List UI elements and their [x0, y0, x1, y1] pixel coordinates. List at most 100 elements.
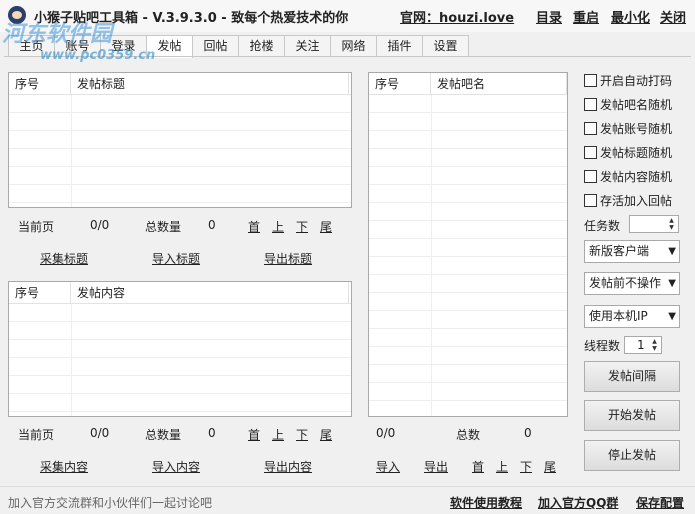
grid-divider [71, 95, 72, 207]
tutorial-link[interactable]: 软件使用教程 [450, 494, 522, 511]
content-grid[interactable]: 序号 发帖内容 [8, 281, 352, 417]
bar-grid-col-index[interactable]: 序号 [369, 73, 431, 94]
collect-titles-button[interactable]: 采集标题 [40, 250, 88, 267]
content-grid-col-content[interactable]: 发帖内容 [71, 282, 349, 303]
tab-plugins[interactable]: 插件 [376, 35, 423, 57]
title-grid-header: 序号 发帖标题 [9, 73, 351, 95]
content-grid-body[interactable] [9, 304, 351, 416]
spin-arrows-icon[interactable]: ▲ ▼ [666, 217, 677, 231]
checkbox-box[interactable] [584, 122, 597, 135]
alive-add-reply-checkbox[interactable]: 存活加入回帖 [584, 192, 672, 209]
title-current-page-label: 当前页 [18, 220, 55, 234]
join-qq-group-link[interactable]: 加入官方QQ群 [538, 494, 618, 511]
title-grid-col-index[interactable]: 序号 [9, 73, 71, 94]
task-count-label: 任务数 [584, 219, 621, 233]
before-post-select-value: 发帖前不操作 [589, 276, 662, 290]
task-count-stepper[interactable]: ▲ ▼ [629, 215, 679, 233]
status-message: 加入官方交流群和小伙伴们一起讨论吧 [8, 496, 213, 510]
bar-first-page-button[interactable]: 首 [472, 458, 484, 475]
bar-last-page-button[interactable]: 尾 [544, 458, 556, 475]
bar-grid[interactable]: 序号 发帖吧名 [368, 72, 568, 417]
bar-grid-header: 序号 发帖吧名 [369, 73, 567, 95]
checkbox-box[interactable] [584, 170, 597, 183]
tab-settings[interactable]: 设置 [422, 35, 469, 57]
status-divider [0, 486, 695, 487]
export-bars-button[interactable]: 导出 [424, 458, 448, 475]
directory-button[interactable]: 目录 [536, 7, 562, 26]
checkbox-label: 发帖内容随机 [600, 170, 673, 184]
random-account-checkbox[interactable]: 发帖账号随机 [584, 120, 672, 137]
client-select[interactable]: 新版客户端 ▼ [584, 240, 680, 263]
bar-next-page-button[interactable]: 下 [520, 458, 532, 475]
tab-reply[interactable]: 回帖 [192, 35, 239, 57]
tab-grab-floor[interactable]: 抢楼 [238, 35, 285, 57]
content-prev-page-button[interactable]: 上 [272, 426, 284, 443]
content-current-page-value: 0/0 [90, 426, 110, 440]
ip-select[interactable]: 使用本机IP ▼ [584, 305, 680, 328]
export-content-button[interactable]: 导出内容 [264, 458, 312, 475]
title-prev-page-button[interactable]: 上 [272, 218, 284, 235]
bar-grid-body[interactable] [369, 95, 567, 416]
bar-grid-col-name[interactable]: 发帖吧名 [431, 73, 567, 94]
checkbox-box[interactable] [584, 194, 597, 207]
random-bar-checkbox[interactable]: 发帖吧名随机 [584, 96, 672, 113]
content-first-page-button[interactable]: 首 [248, 426, 260, 443]
thread-count-value[interactable]: 1 [637, 338, 645, 352]
grid-divider [71, 304, 72, 416]
bar-current-page-value: 0/0 [376, 426, 396, 440]
chevron-down-icon[interactable]: ▼ [668, 241, 676, 262]
title-grid-col-title[interactable]: 发帖标题 [71, 73, 349, 94]
minimize-button[interactable]: 最小化 [611, 7, 650, 26]
checkbox-label: 存活加入回帖 [600, 194, 673, 208]
title-first-page-button[interactable]: 首 [248, 218, 260, 235]
random-content-checkbox[interactable]: 发帖内容随机 [584, 168, 672, 185]
bar-total-value: 0 [524, 426, 532, 440]
auto-captcha-checkbox[interactable]: 开启自动打码 [584, 72, 672, 89]
thread-count-label: 线程数 [584, 339, 621, 353]
before-post-select[interactable]: 发帖前不操作 ▼ [584, 272, 680, 295]
title-last-page-button[interactable]: 尾 [320, 218, 332, 235]
chevron-down-icon[interactable]: ▼ [668, 306, 676, 327]
checkbox-label: 开启自动打码 [600, 74, 673, 88]
chevron-down-icon[interactable]: ▼ [668, 273, 676, 294]
save-config-link[interactable]: 保存配置 [636, 494, 684, 511]
checkbox-label: 发帖账号随机 [600, 122, 673, 136]
content-grid-col-index[interactable]: 序号 [9, 282, 71, 303]
content-total-label: 总数量 [145, 428, 182, 442]
import-bars-button[interactable]: 导入 [376, 458, 400, 475]
restart-button[interactable]: 重启 [573, 7, 599, 26]
title-next-page-button[interactable]: 下 [296, 218, 308, 235]
title-current-page-value: 0/0 [90, 218, 110, 232]
close-button[interactable]: 关闭 [660, 7, 686, 26]
grid-divider [431, 95, 432, 416]
post-interval-button[interactable]: 发帖间隔 [584, 361, 680, 392]
title-grid-body[interactable] [9, 95, 351, 207]
checkbox-box[interactable] [584, 146, 597, 159]
ip-select-value: 使用本机IP [589, 309, 648, 323]
title-grid[interactable]: 序号 发帖标题 [8, 72, 352, 208]
spin-arrows-icon[interactable]: ▲ ▼ [649, 338, 660, 352]
import-content-button[interactable]: 导入内容 [152, 458, 200, 475]
start-posting-button[interactable]: 开始发帖 [584, 400, 680, 431]
title-total-label: 总数量 [145, 220, 182, 234]
watermark-url: www.pc0359.cn [40, 48, 156, 63]
client-select-value: 新版客户端 [589, 244, 650, 258]
watermark-text: 河东软件园 [2, 22, 113, 47]
content-total-value: 0 [208, 426, 216, 440]
import-titles-button[interactable]: 导入标题 [152, 250, 200, 267]
bar-prev-page-button[interactable]: 上 [496, 458, 508, 475]
content-next-page-button[interactable]: 下 [296, 426, 308, 443]
export-titles-button[interactable]: 导出标题 [264, 250, 312, 267]
website-link[interactable]: 官网：houzi.love [400, 7, 514, 26]
content-last-page-button[interactable]: 尾 [320, 426, 332, 443]
random-title-checkbox[interactable]: 发帖标题随机 [584, 144, 672, 161]
bar-total-label: 总数 [456, 428, 481, 442]
stop-posting-button[interactable]: 停止发帖 [584, 440, 680, 471]
tab-network[interactable]: 网络 [330, 35, 377, 57]
thread-count-stepper[interactable]: 1 ▲ ▼ [624, 336, 662, 354]
checkbox-label: 发帖标题随机 [600, 146, 673, 160]
tab-follow[interactable]: 关注 [284, 35, 331, 57]
checkbox-box[interactable] [584, 98, 597, 111]
collect-content-button[interactable]: 采集内容 [40, 458, 88, 475]
checkbox-box[interactable] [584, 74, 597, 87]
